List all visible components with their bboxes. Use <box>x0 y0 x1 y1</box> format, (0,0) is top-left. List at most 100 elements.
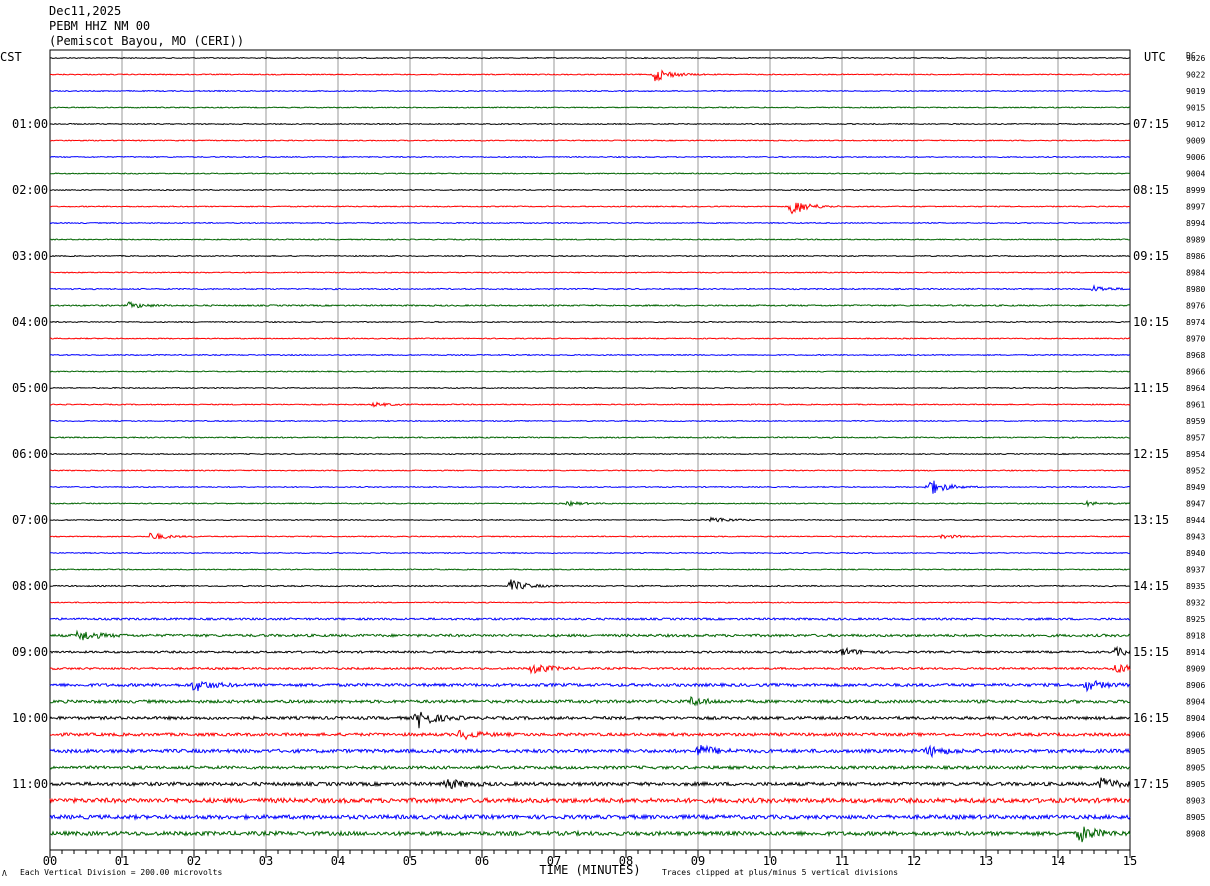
x-tick-label: 06 <box>475 854 489 868</box>
left-hour-label: 04:00 <box>12 315 48 329</box>
dc-offset-labels: 9026 9022 9019 9015 9012 9009 9006 9004 8999 8997… <box>1186 54 1205 839</box>
dc-offset-label: 8937 <box>1186 566 1205 575</box>
dc-offset-label: 9026 <box>1186 54 1205 63</box>
dc-offset-label: 8947 <box>1186 500 1205 509</box>
dc-offset-label: 8909 <box>1186 665 1205 674</box>
x-tick-label: 12 <box>907 854 921 868</box>
dc-offset-label: 8952 <box>1186 467 1205 476</box>
dc-offset-label: 8999 <box>1186 186 1205 195</box>
trace-24 <box>49 452 1131 456</box>
dc-offset-label: 8940 <box>1186 549 1205 558</box>
dc-offset-label: 8943 <box>1186 533 1205 542</box>
trace-10 <box>49 221 1131 225</box>
dc-offset-label: 8957 <box>1186 434 1205 443</box>
dc-offset-label: 9009 <box>1186 137 1205 146</box>
trace-15 <box>49 301 1131 309</box>
trace-8 <box>49 188 1130 192</box>
x-tick-label: 14 <box>1051 854 1065 868</box>
trace-2 <box>49 89 1130 93</box>
dc-offset-label: 8980 <box>1186 285 1205 294</box>
left-hour-label: 01:00 <box>12 117 48 131</box>
helicorder-plot: Dec11,2025 PEBM HHZ NM 00 (Pemiscot Bayo… <box>0 4 1205 878</box>
x-axis-label: TIME (MINUTES) <box>539 863 640 877</box>
trace-7 <box>49 172 1131 175</box>
trace-45 <box>49 796 1131 805</box>
dc-offset-label: 8986 <box>1186 252 1205 261</box>
dc-offset-label: 8944 <box>1186 516 1205 525</box>
dc-offset-label: 9019 <box>1186 87 1205 96</box>
dc-offset-label: 8932 <box>1186 599 1205 608</box>
right-hour-label: 08:15 <box>1133 183 1169 197</box>
trace-17 <box>49 337 1131 340</box>
plot-frame <box>49 49 1131 851</box>
dc-offset-label: 8903 <box>1186 797 1205 806</box>
trace-34 <box>49 617 1131 622</box>
left-hour-label: 08:00 <box>12 579 48 593</box>
trace-19 <box>49 370 1131 373</box>
dc-offset-label: 8976 <box>1186 302 1205 311</box>
trace-28 <box>50 516 1131 523</box>
trace-44 <box>49 777 1131 790</box>
dc-offset-label: 8966 <box>1186 368 1205 377</box>
right-timezone-label: UTC <box>1144 50 1166 64</box>
trace-27 <box>49 499 1131 508</box>
right-hour-label: 14:15 <box>1133 579 1169 593</box>
left-hour-label: 10:00 <box>12 711 48 725</box>
trace-35 <box>49 629 1131 641</box>
trace-12 <box>49 254 1131 258</box>
dc-offset-label: 8905 <box>1186 747 1205 756</box>
trace-0 <box>49 56 1131 60</box>
seismic-traces <box>49 56 1131 843</box>
dc-offset-label: 8997 <box>1186 203 1205 212</box>
right-hour-label: 09:15 <box>1133 249 1169 263</box>
dc-offset-label: 8954 <box>1186 450 1205 459</box>
right-hour-label: 10:15 <box>1133 315 1169 329</box>
dc-offset-label: 9004 <box>1186 170 1205 179</box>
dc-offset-label: 8961 <box>1186 401 1205 410</box>
clip-note: Traces clipped at plus/minus 5 vertical … <box>662 868 898 877</box>
dc-offset-label: 8970 <box>1186 335 1205 344</box>
left-hour-label: 02:00 <box>12 183 48 197</box>
trace-30 <box>49 551 1130 555</box>
dc-offset-label: 9012 <box>1186 120 1205 129</box>
dc-offset-label: 8994 <box>1186 219 1205 228</box>
trace-38 <box>49 679 1131 693</box>
left-hour-label: 11:00 <box>12 777 48 791</box>
dc-offset-label: 8989 <box>1186 236 1205 245</box>
dc-offset-label: 8949 <box>1186 483 1205 492</box>
x-tick-label: 15 <box>1123 854 1137 868</box>
left-hour-label: 09:00 <box>12 645 48 659</box>
trace-22 <box>49 419 1131 423</box>
trace-37 <box>49 663 1131 675</box>
right-hour-label: 12:15 <box>1133 447 1169 461</box>
right-hour-label: 07:15 <box>1133 117 1169 131</box>
trace-21 <box>49 401 1131 408</box>
left-hour-label: 05:00 <box>12 381 48 395</box>
trace-29 <box>49 532 1131 540</box>
trace-46 <box>49 813 1131 821</box>
trace-20 <box>49 386 1131 390</box>
trace-18 <box>49 353 1131 357</box>
right-hour-label: 17:15 <box>1133 777 1169 791</box>
dc-offset-label: 9006 <box>1186 153 1205 162</box>
dc-offset-label: 8959 <box>1186 417 1205 426</box>
trace-31 <box>49 568 1130 571</box>
minute-gridlines <box>121 50 1059 850</box>
dc-offset-label: 9022 <box>1186 71 1205 80</box>
dc-offset-label: 8906 <box>1186 731 1205 740</box>
trace-1 <box>49 69 1131 82</box>
left-hour-labels: 01:00 02:00 03:00 04:00 05:00 06:00 07:00 08:00… <box>12 117 48 791</box>
dc-offset-label: 8914 <box>1186 648 1205 657</box>
header-station: PEBM HHZ NM 00 <box>49 19 150 33</box>
dc-offset-label: 8918 <box>1186 632 1205 641</box>
trace-11 <box>49 238 1131 241</box>
x-tick-label: 04 <box>331 854 345 868</box>
right-hour-labels: 07:15 08:15 09:15 10:15 11:15 12:15 13:15 14:15… <box>1133 117 1169 791</box>
left-timezone-label: CST <box>0 50 22 64</box>
trace-41 <box>49 729 1131 741</box>
right-hour-label: 11:15 <box>1133 381 1169 395</box>
trace-5 <box>49 139 1131 142</box>
trace-3 <box>49 106 1131 109</box>
left-hour-label: 07:00 <box>12 513 48 527</box>
right-hour-label: 13:15 <box>1133 513 1169 527</box>
